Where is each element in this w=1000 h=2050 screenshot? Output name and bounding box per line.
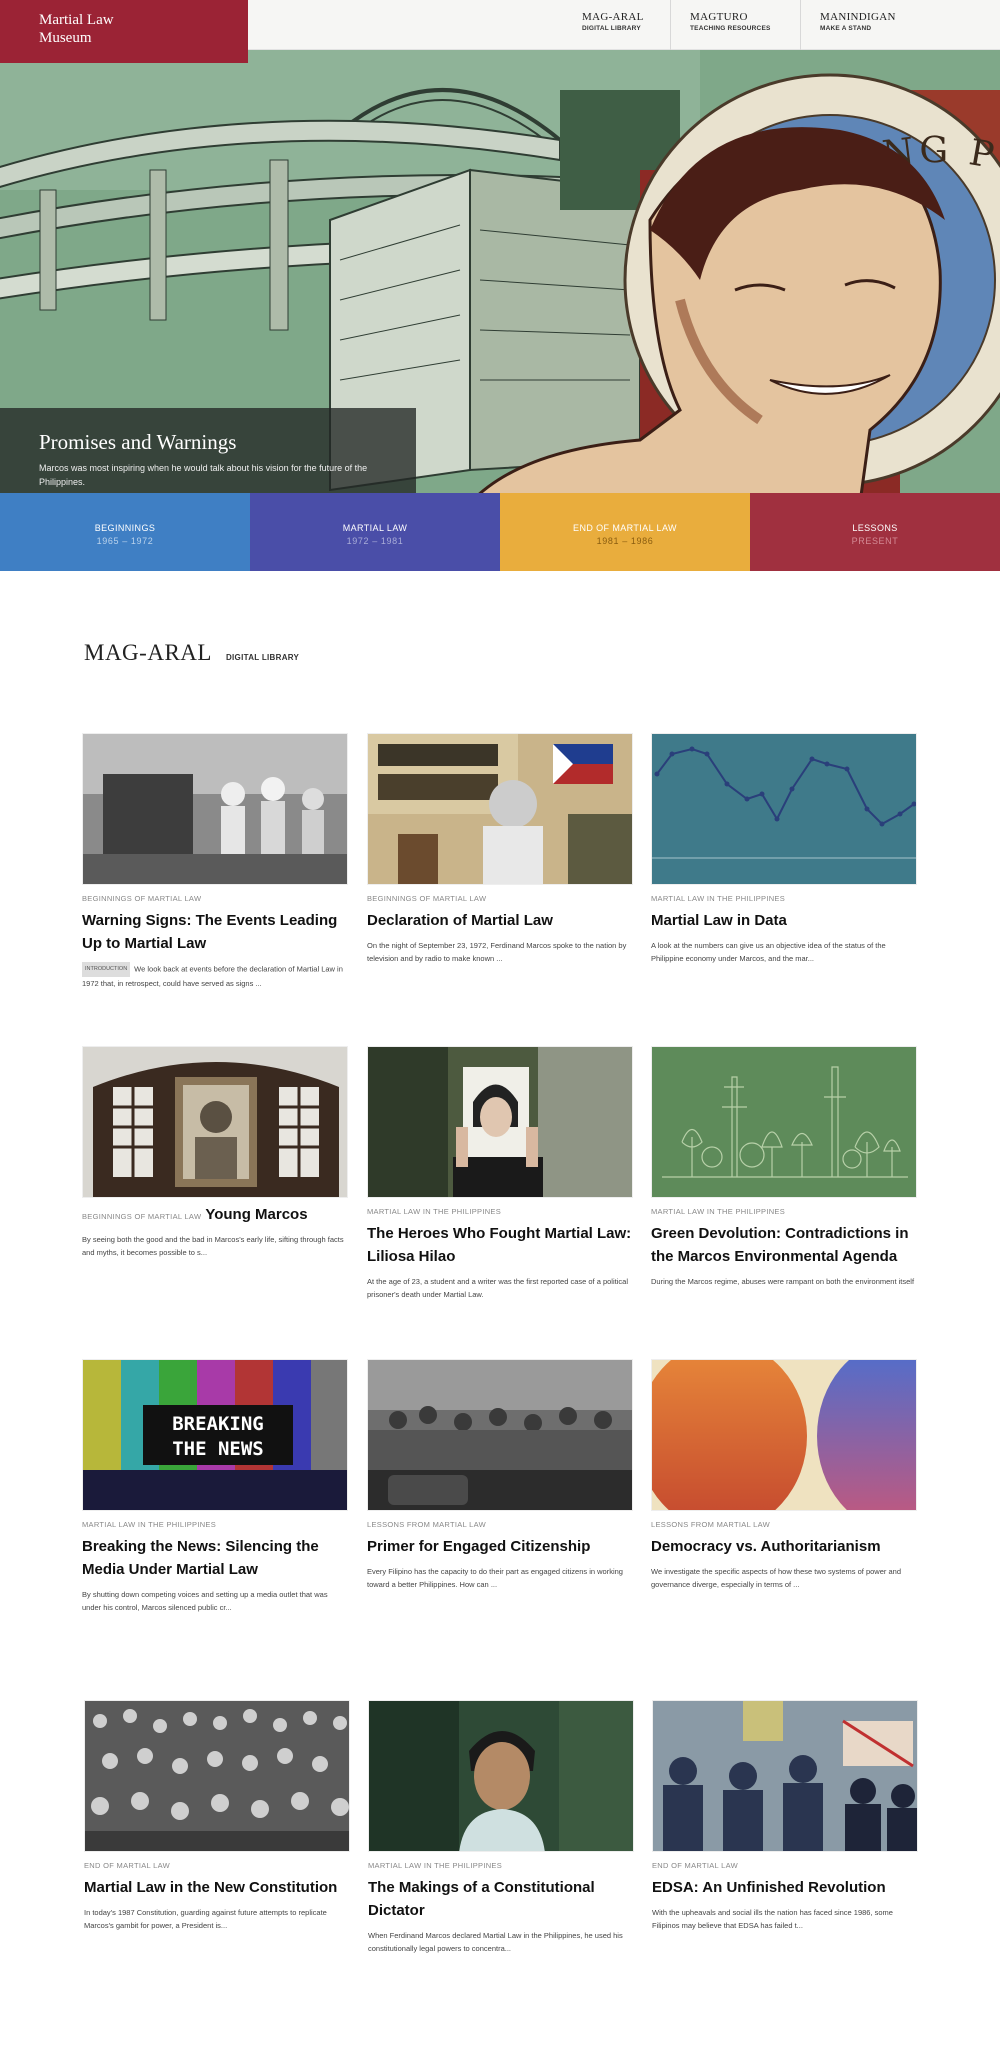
nav-title: MANINDIGAN xyxy=(820,11,896,23)
era-name: BEGINNINGS xyxy=(94,523,156,533)
article-excerpt: In today's 1987 Constitution, guarding a… xyxy=(84,1908,327,1930)
nav-title: MAGTURO xyxy=(690,11,748,23)
era-tab-martial-law[interactable]: MARTIAL LAW 1972 – 1981 xyxy=(250,493,500,571)
article-category: END OF MARTIAL LAW xyxy=(652,1861,738,1870)
article-excerpt: At the age of 23, a student and a writer… xyxy=(367,1277,628,1299)
article-excerpt: On the night of September 23, 1972, Ferd… xyxy=(367,941,627,963)
site-logo[interactable]: Martial Law Museum xyxy=(0,0,248,63)
nav-subtitle: MAKE A STAND xyxy=(820,25,872,32)
article-thumbnail xyxy=(651,1046,917,1198)
article-card[interactable]: END OF MARTIAL LAW Martial Law in the Ne… xyxy=(84,1700,350,1932)
era-years: PRESENT xyxy=(851,536,899,546)
article-title: Martial Law in Data xyxy=(651,912,787,929)
nav-magturo[interactable]: MAGTURO TEACHING RESOURCES xyxy=(670,0,800,50)
nav-title: MAG-ARAL xyxy=(582,11,644,23)
article-category: MARTIAL LAW IN THE PHILIPPINES xyxy=(82,1520,217,1529)
era-navigation: BEGINNINGS 1965 – 1972 MARTIAL LAW 1972 … xyxy=(0,493,1000,571)
article-card[interactable]: BEGINNINGS OF MARTIAL LAW Declaration of… xyxy=(367,733,633,965)
article-title: The Heroes Who Fought Martial Law: Lilio… xyxy=(367,1225,632,1265)
era-name: LESSONS xyxy=(852,523,898,533)
logo-line-1: Martial Law xyxy=(39,12,114,28)
article-category: MARTIAL LAW IN THE PHILIPPINES xyxy=(367,1207,502,1216)
article-title: Young Marcos xyxy=(205,1206,308,1223)
breaking-text-line-1: BREAKING xyxy=(172,1413,264,1435)
article-excerpt: When Ferdinand Marcos declared Martial L… xyxy=(368,1931,623,1953)
article-thumbnail xyxy=(368,1700,634,1852)
article-card[interactable]: BEGINNINGS OF MARTIAL LAW Warning Signs:… xyxy=(82,733,348,990)
article-category: BEGINNINGS OF MARTIAL LAW xyxy=(82,894,202,903)
hero-banner: PANGULO NG PILIPINAS Promises and Warnin… xyxy=(0,50,1000,503)
article-thumbnail xyxy=(82,733,348,885)
article-thumbnail xyxy=(367,733,633,885)
article-title: The Makings of a Constitutional Dictator xyxy=(368,1879,595,1919)
era-name: END OF MARTIAL LAW xyxy=(573,523,677,533)
era-years: 1981 – 1986 xyxy=(596,536,654,546)
library-heading: MAG-ARAL DIGITAL LIBRARY xyxy=(84,640,299,666)
article-thumbnail xyxy=(652,1700,918,1852)
era-tab-beginnings[interactable]: BEGINNINGS 1965 – 1972 xyxy=(0,493,250,571)
main-nav: MAG-ARAL DIGITAL LIBRARY MAGTURO TEACHIN… xyxy=(564,0,930,50)
article-excerpt: Every Filipino has the capacity to do th… xyxy=(367,1567,623,1589)
article-card[interactable]: MARTIAL LAW IN THE PHILIPPINES Martial L… xyxy=(651,733,917,965)
article-card[interactable]: BREAKING THE NEWS MARTIAL LAW IN THE PHI… xyxy=(82,1359,348,1614)
nav-mag-aral[interactable]: MAG-ARAL DIGITAL LIBRARY xyxy=(564,0,670,50)
article-excerpt: By seeing both the good and the bad in M… xyxy=(82,1235,344,1257)
article-title: Primer for Engaged Citizenship xyxy=(367,1538,591,1555)
article-excerpt: With the upheavals and social ills the n… xyxy=(652,1908,893,1930)
article-category: END OF MARTIAL LAW xyxy=(84,1861,170,1870)
article-title: Democracy vs. Authoritarianism xyxy=(651,1538,881,1555)
nav-subtitle: TEACHING RESOURCES xyxy=(690,25,771,32)
article-excerpt: During the Marcos regime, abuses were ra… xyxy=(651,1277,915,1286)
nav-subtitle: DIGITAL LIBRARY xyxy=(582,25,641,32)
article-excerpt: A look at the numbers can give us an obj… xyxy=(651,941,886,963)
article-category: MARTIAL LAW IN THE PHILIPPINES xyxy=(651,1207,786,1216)
era-tab-end-of-martial-law[interactable]: END OF MARTIAL LAW 1981 – 1986 xyxy=(500,493,750,571)
article-category: BEGINNINGS OF MARTIAL LAW xyxy=(367,894,487,903)
article-thumbnail xyxy=(367,1359,633,1511)
article-category: LESSONS FROM MARTIAL LAW xyxy=(367,1520,487,1529)
article-thumbnail xyxy=(651,1359,917,1511)
era-years: 1972 – 1981 xyxy=(346,536,404,546)
article-thumbnail xyxy=(651,733,917,885)
era-name: MARTIAL LAW xyxy=(342,523,408,533)
hero-description: Marcos was most inspiring when he would … xyxy=(39,463,368,487)
logo-line-2: Museum xyxy=(39,30,92,46)
article-card[interactable]: LESSONS FROM MARTIAL LAW Democracy vs. A… xyxy=(651,1359,917,1591)
library-subtitle: DIGITAL LIBRARY xyxy=(225,653,300,662)
article-card[interactable]: MARTIAL LAW IN THE PHILIPPINES The Heroe… xyxy=(367,1046,633,1301)
breaking-text-line-2: THE NEWS xyxy=(172,1438,264,1460)
article-card[interactable]: MARTIAL LAW IN THE PHILIPPINES Green Dev… xyxy=(651,1046,917,1288)
era-years: 1965 – 1972 xyxy=(96,536,154,546)
article-excerpt: We investigate the specific aspects of h… xyxy=(651,1567,901,1589)
article-tag: INTRODUCTION xyxy=(82,962,131,977)
article-thumbnail xyxy=(84,1700,350,1852)
category-title-row: BEGINNINGS OF MARTIAL LAW Young Marcos xyxy=(82,1203,348,1226)
hero-title: Promises and Warnings xyxy=(39,430,237,454)
article-category: BEGINNINGS OF MARTIAL LAW xyxy=(82,1212,202,1221)
article-excerpt: By shutting down competing voices and se… xyxy=(82,1590,328,1612)
article-thumbnail xyxy=(367,1046,633,1198)
article-category: MARTIAL LAW IN THE PHILIPPINES xyxy=(368,1861,503,1870)
article-title: Warning Signs: The Events Leading Up to … xyxy=(82,912,338,952)
article-card[interactable]: END OF MARTIAL LAW EDSA: An Unfinished R… xyxy=(652,1700,918,1932)
article-category: MARTIAL LAW IN THE PHILIPPINES xyxy=(651,894,786,903)
hero-caption: Promises and Warnings Marcos was most in… xyxy=(0,408,416,503)
article-title: Declaration of Martial Law xyxy=(367,912,553,929)
nav-manindigan[interactable]: MANINDIGAN MAKE A STAND xyxy=(800,0,930,50)
article-title: Green Devolution: Contradictions in the … xyxy=(651,1225,909,1265)
article-thumbnail xyxy=(82,1046,348,1198)
article-card[interactable]: MARTIAL LAW IN THE PHILIPPINES The Makin… xyxy=(368,1700,634,1955)
article-card[interactable]: LESSONS FROM MARTIAL LAW Primer for Enga… xyxy=(367,1359,633,1591)
article-title: Martial Law in the New Constitution xyxy=(84,1879,338,1896)
era-tab-lessons[interactable]: LESSONS PRESENT xyxy=(750,493,1000,571)
article-thumbnail: BREAKING THE NEWS xyxy=(82,1359,348,1511)
article-category: LESSONS FROM MARTIAL LAW xyxy=(651,1520,771,1529)
library-title: MAG-ARAL xyxy=(84,640,212,665)
article-card[interactable]: BEGINNINGS OF MARTIAL LAW Young Marcos B… xyxy=(82,1046,348,1259)
article-title: EDSA: An Unfinished Revolution xyxy=(652,1879,886,1896)
article-title: Breaking the News: Silencing the Media U… xyxy=(82,1538,319,1578)
article-excerpt: INTRODUCTION We look back at events befor… xyxy=(82,962,348,990)
